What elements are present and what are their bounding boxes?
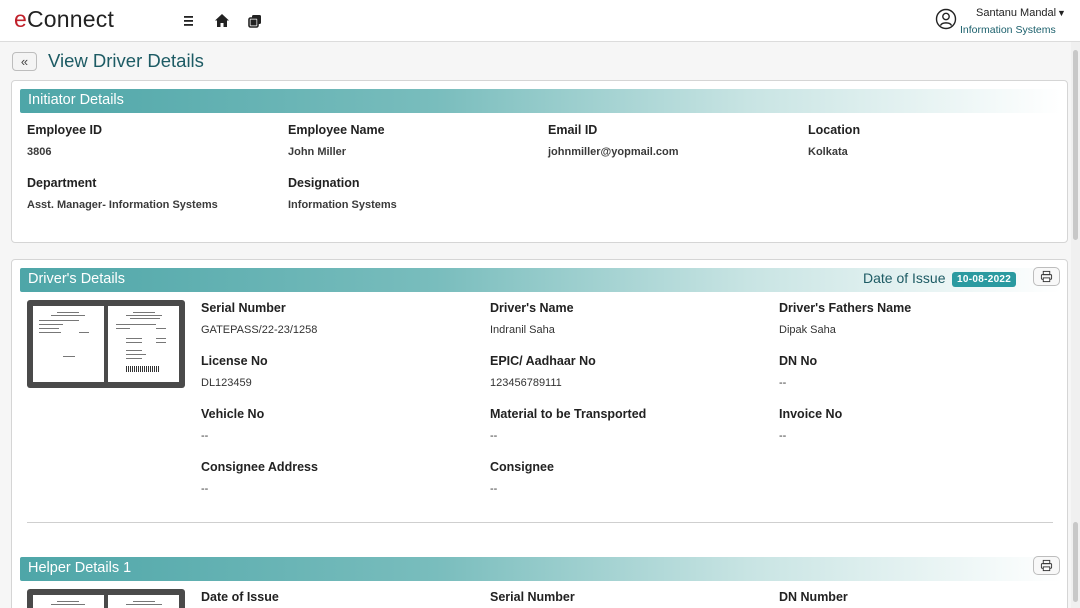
field-label: Date of Issue <box>201 590 279 604</box>
document-page-left <box>33 306 104 382</box>
document-page-right <box>108 595 179 608</box>
helper-document-thumbnail[interactable] <box>27 589 185 608</box>
logo-e: e <box>14 6 27 32</box>
section-title: Initiator Details <box>28 92 124 108</box>
home-icon[interactable] <box>212 11 232 31</box>
section-header-band: Helper Details 1 <box>20 557 1061 581</box>
printer-icon <box>1040 270 1053 283</box>
field-label: Material to be Transported <box>490 407 647 421</box>
print-button[interactable] <box>1033 267 1060 286</box>
field-value: -- <box>201 483 209 495</box>
field-label: Designation <box>288 176 360 190</box>
scrollbar-thumb[interactable] <box>1073 50 1078 240</box>
field-label: Serial Number <box>490 590 575 604</box>
field-label: Employee Name <box>288 123 385 137</box>
field-value: -- <box>490 430 498 442</box>
field-label: Department <box>27 176 97 190</box>
initiator-details-card: Initiator Details Employee ID 3806 Emplo… <box>11 80 1068 243</box>
gatepass-document-thumbnail[interactable] <box>27 300 185 388</box>
driver-details-card: Driver's Details Date of Issue 10-08-202… <box>11 259 1068 608</box>
document-page-left <box>33 595 104 608</box>
field-value: DL123459 <box>201 377 252 389</box>
field-label: Driver's Name <box>490 301 574 315</box>
app-logo[interactable]: eConnect <box>14 6 114 33</box>
user-name[interactable]: Santanu Mandal <box>976 7 1056 19</box>
field-value: johnmiller@yopmail.com <box>548 146 679 158</box>
field-value: John Miller <box>288 146 347 158</box>
field-label: Vehicle No <box>201 407 265 421</box>
field-label: Consignee Address <box>201 460 318 474</box>
logo-text: Connect <box>27 6 115 32</box>
field-label: DN Number <box>779 590 848 604</box>
field-value: Kolkata <box>808 146 848 158</box>
copy-icon[interactable] <box>245 11 265 31</box>
section-header-band: Initiator Details <box>20 89 1061 113</box>
field-label: License No <box>201 354 268 368</box>
chevron-down-icon[interactable]: ▼ <box>1057 8 1066 18</box>
field-value: Indranil Saha <box>490 324 555 336</box>
field-label: EPIC/ Aadhaar No <box>490 354 596 368</box>
section-title: Driver's Details <box>28 271 126 287</box>
field-label: Driver's Fathers Name <box>779 301 912 315</box>
field-label: Invoice No <box>779 407 843 421</box>
top-navbar: eConnect Santanu Mandal ▼ Information Sy… <box>0 0 1080 42</box>
printer-icon <box>1040 559 1053 572</box>
section-title: Helper Details 1 <box>28 560 132 576</box>
field-value: Dipak Saha <box>779 324 836 336</box>
field-value: 123456789111 <box>490 377 562 389</box>
page-scrollbar[interactable] <box>1071 42 1080 608</box>
helper-print-button[interactable] <box>1033 556 1060 575</box>
field-label: DN No <box>779 354 818 368</box>
field-value: 3806 <box>27 146 52 158</box>
user-circle-icon[interactable] <box>935 8 957 30</box>
page-title: View Driver Details <box>48 50 204 71</box>
field-value: -- <box>201 430 209 442</box>
user-department: Information Systems <box>960 24 1056 36</box>
field-value: Asst. Manager- Information Systems <box>27 199 218 211</box>
field-label: Serial Number <box>201 301 286 315</box>
scrollbar-thumb-lower[interactable] <box>1073 522 1078 602</box>
section-divider <box>27 522 1053 523</box>
field-value: -- <box>779 377 787 389</box>
field-value: -- <box>490 483 498 495</box>
field-label: Email ID <box>548 123 598 137</box>
field-value: Information Systems <box>288 199 397 211</box>
date-of-issue-label: Date of Issue <box>863 270 946 286</box>
field-label: Consignee <box>490 460 554 474</box>
menu-icon[interactable] <box>178 11 198 31</box>
field-value: -- <box>779 430 787 442</box>
field-value: GATEPASS/22-23/1258 <box>201 324 318 336</box>
back-button[interactable]: « <box>12 52 37 71</box>
field-label: Location <box>808 123 861 137</box>
field-label: Employee ID <box>27 123 103 137</box>
date-of-issue-badge: 10-08-2022 <box>952 272 1017 287</box>
document-page-right <box>108 306 179 382</box>
